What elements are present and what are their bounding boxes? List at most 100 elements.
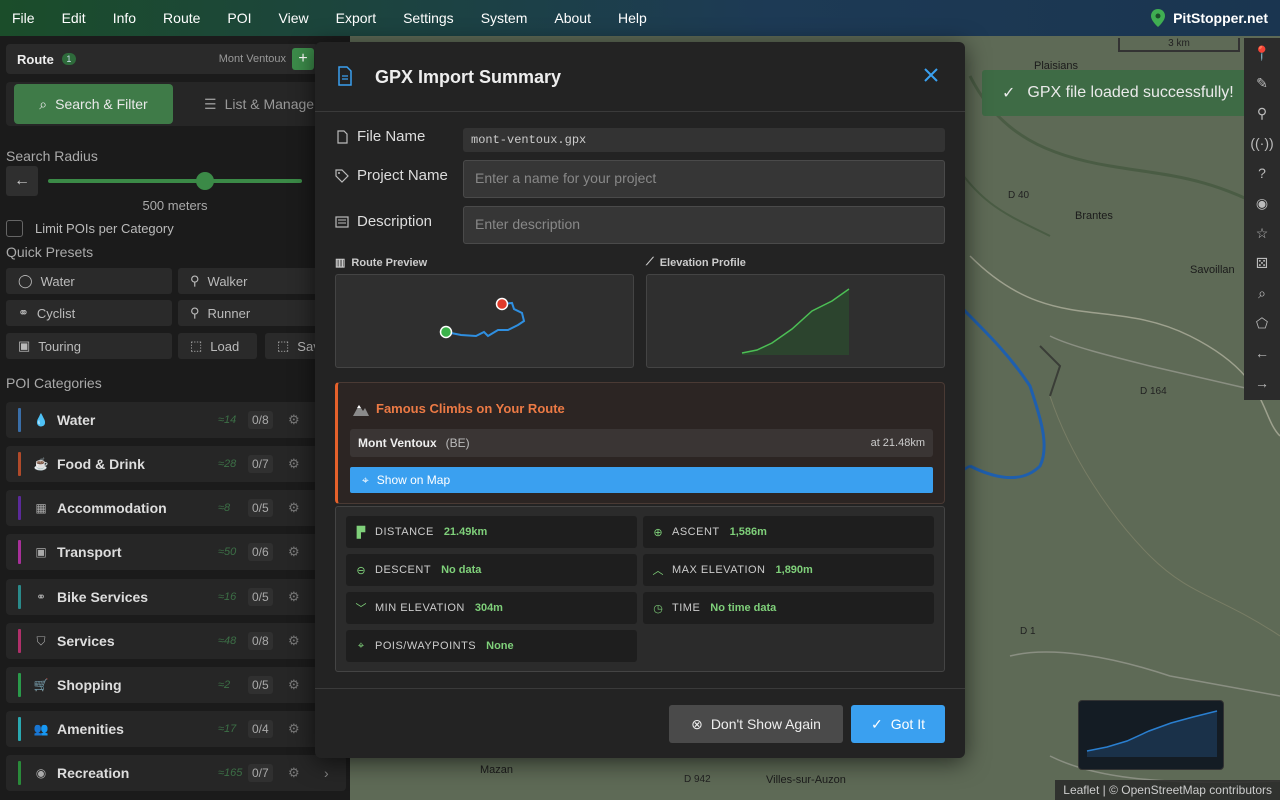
radius-slider-track[interactable] bbox=[48, 179, 302, 183]
eye-icon: ◉ bbox=[35, 766, 47, 780]
stat-distance: ▛ DISTANCE 21.49km bbox=[346, 516, 637, 548]
category-amenities[interactable]: 👥 Amenities ≈17 0/4 ⚙ bbox=[6, 711, 346, 747]
route-line bbox=[445, 301, 526, 338]
category-name: Shopping bbox=[57, 677, 122, 693]
settings-icon[interactable]: ⚙ bbox=[288, 412, 300, 428]
settings-icon[interactable]: ⚙ bbox=[288, 544, 300, 560]
dice-icon[interactable]: ⚄ bbox=[1244, 248, 1280, 278]
menu-file[interactable]: File bbox=[12, 10, 35, 26]
dont-show-again-label: Don't Show Again bbox=[710, 716, 821, 732]
category-count: ≈28 bbox=[218, 458, 237, 470]
climbs-title: Famous Climbs on Your Route bbox=[376, 401, 565, 416]
menu-info[interactable]: Info bbox=[113, 10, 136, 26]
preset-load[interactable]: ⬚ Load bbox=[178, 333, 257, 359]
menu-view[interactable]: View bbox=[279, 10, 309, 26]
map-attribution[interactable]: Leaflet | © OpenStreetMap contributors bbox=[1055, 780, 1280, 800]
stat-time: ◷ TIME No time data bbox=[643, 592, 934, 624]
map-pin-icon: ⌖ bbox=[362, 472, 369, 487]
chevron-down-icon: ﹀ bbox=[355, 603, 367, 615]
limit-pois-checkbox-row[interactable]: Limit POIs per Category bbox=[6, 220, 174, 237]
project-name-input[interactable]: Enter a name for your project bbox=[463, 160, 945, 198]
save-icon: ⬚ bbox=[277, 338, 290, 353]
category-fraction: 0/7 bbox=[248, 764, 273, 782]
description-input[interactable]: Enter description bbox=[463, 206, 945, 244]
preset-walker[interactable]: ⚲ Walker bbox=[178, 268, 318, 294]
help-icon[interactable]: ? bbox=[1244, 158, 1280, 188]
radius-slider-thumb[interactable] bbox=[196, 172, 215, 190]
tab-list-manage[interactable]: ☰ List & Manage bbox=[204, 84, 314, 124]
polygon-icon[interactable]: ⬠ bbox=[1244, 308, 1280, 338]
forward-arrow-icon[interactable]: → bbox=[1244, 368, 1280, 398]
menu-system[interactable]: System bbox=[481, 10, 528, 26]
category-accommodation[interactable]: ▦ Accommodation ≈8 0/5 ⚙ bbox=[6, 490, 346, 526]
settings-icon[interactable]: ⚙ bbox=[288, 456, 300, 472]
settings-icon[interactable]: ⚙ bbox=[288, 500, 300, 516]
settings-icon[interactable]: ⚙ bbox=[288, 765, 300, 781]
category-bike-services[interactable]: ⚭ Bike Services ≈16 0/5 ⚙ bbox=[6, 579, 346, 615]
brand[interactable]: PitStopper.net bbox=[1151, 0, 1268, 36]
preset-water-label: Water bbox=[40, 273, 75, 289]
stat-label: ASCENT bbox=[672, 526, 720, 538]
back-button[interactable]: ← bbox=[6, 166, 38, 196]
chevron-right-icon[interactable]: › bbox=[324, 765, 329, 781]
add-route-button[interactable]: + bbox=[292, 48, 314, 70]
settings-icon[interactable]: ⚙ bbox=[288, 677, 300, 693]
category-food-drink[interactable]: ☕ Food & Drink ≈28 0/7 ⚙ bbox=[6, 446, 346, 482]
minimap-chart bbox=[1086, 710, 1218, 757]
back-arrow-icon[interactable]: ← bbox=[1244, 338, 1280, 368]
dont-show-again-button[interactable]: ⊗ Don't Show Again bbox=[669, 705, 843, 743]
category-name: Amenities bbox=[57, 721, 124, 737]
settings-icon[interactable]: ⚙ bbox=[288, 721, 300, 737]
minimap-elevation[interactable] bbox=[1078, 700, 1224, 770]
menu-route[interactable]: Route bbox=[163, 10, 200, 26]
tab-list-label: List & Manage bbox=[224, 96, 315, 112]
route-name[interactable]: Mont Ventoux bbox=[219, 53, 286, 65]
route-preview-panel[interactable] bbox=[335, 274, 634, 368]
preset-cyclist[interactable]: ⚭ Cyclist bbox=[6, 300, 172, 326]
signal-icon[interactable]: ((·)) bbox=[1244, 128, 1280, 158]
tab-search-filter[interactable]: ⌕ Search & Filter bbox=[14, 84, 173, 124]
category-shopping[interactable]: 🛒 Shopping ≈2 0/5 ⚙ bbox=[6, 667, 346, 703]
settings-icon[interactable]: ⚙ bbox=[288, 589, 300, 605]
menu-poi[interactable]: POI bbox=[227, 10, 251, 26]
map-scale: 3 km bbox=[1118, 38, 1240, 52]
bus-icon: ▣ bbox=[35, 545, 47, 559]
star-icon[interactable]: ☆ bbox=[1244, 218, 1280, 248]
menu-export[interactable]: Export bbox=[336, 10, 376, 26]
route-stats-panel: ▛ DISTANCE 21.49km ⊕ ASCENT 1,586m ⊖ DES… bbox=[335, 506, 945, 672]
got-it-button[interactable]: ✓ Got It bbox=[851, 705, 945, 743]
stat-max-elevation: ︿ MAX ELEVATION 1,890m bbox=[643, 554, 934, 586]
end-marker-icon bbox=[495, 297, 509, 311]
menu-settings[interactable]: Settings bbox=[403, 10, 454, 26]
marker-icon[interactable]: 📍 bbox=[1244, 38, 1280, 68]
search-icon[interactable]: ⌕ bbox=[1244, 278, 1280, 308]
category-transport[interactable]: ▣ Transport ≈50 0/6 ⚙ bbox=[6, 534, 346, 570]
elevation-profile-panel[interactable] bbox=[646, 274, 945, 368]
menu-edit[interactable]: Edit bbox=[62, 10, 86, 26]
close-icon[interactable] bbox=[922, 66, 940, 84]
road-d942: D 942 bbox=[684, 774, 711, 785]
menu-about[interactable]: About bbox=[554, 10, 591, 26]
chevron-up-icon: ︿ bbox=[652, 565, 664, 577]
preset-water[interactable]: ◯ Water bbox=[6, 268, 172, 294]
menu-help[interactable]: Help bbox=[618, 10, 647, 26]
preset-runner[interactable]: ⚲ Runner bbox=[178, 300, 318, 326]
preset-touring[interactable]: ▣ Touring bbox=[6, 333, 172, 359]
settings-icon[interactable]: ⚙ bbox=[288, 633, 300, 649]
toast-message: GPX file loaded successfully! bbox=[1027, 84, 1234, 101]
stat-value: 304m bbox=[474, 602, 503, 614]
category-water[interactable]: 💧 Water ≈14 0/8 ⚙ bbox=[6, 402, 346, 438]
category-services[interactable]: ⛉ Services ≈48 0/8 ⚙ bbox=[6, 623, 346, 659]
show-on-map-button[interactable]: ⌖ Show on Map bbox=[350, 467, 933, 493]
preset-save[interactable]: ⬚Save bbox=[265, 333, 318, 359]
map-pin-icon bbox=[1151, 9, 1166, 27]
category-recreation[interactable]: ◉ Recreation ≈165 0/7 ⚙ › bbox=[6, 755, 346, 791]
walker-icon: ⚲ bbox=[190, 273, 200, 288]
limit-pois-checkbox[interactable] bbox=[6, 220, 23, 237]
category-color-bar bbox=[18, 408, 21, 432]
edit-icon[interactable]: ✎ bbox=[1244, 68, 1280, 98]
person-icon[interactable]: ⚲ bbox=[1244, 98, 1280, 128]
start-marker-icon bbox=[439, 325, 453, 339]
eye-icon[interactable]: ◉ bbox=[1244, 188, 1280, 218]
stat-label: MAX ELEVATION bbox=[672, 564, 766, 576]
